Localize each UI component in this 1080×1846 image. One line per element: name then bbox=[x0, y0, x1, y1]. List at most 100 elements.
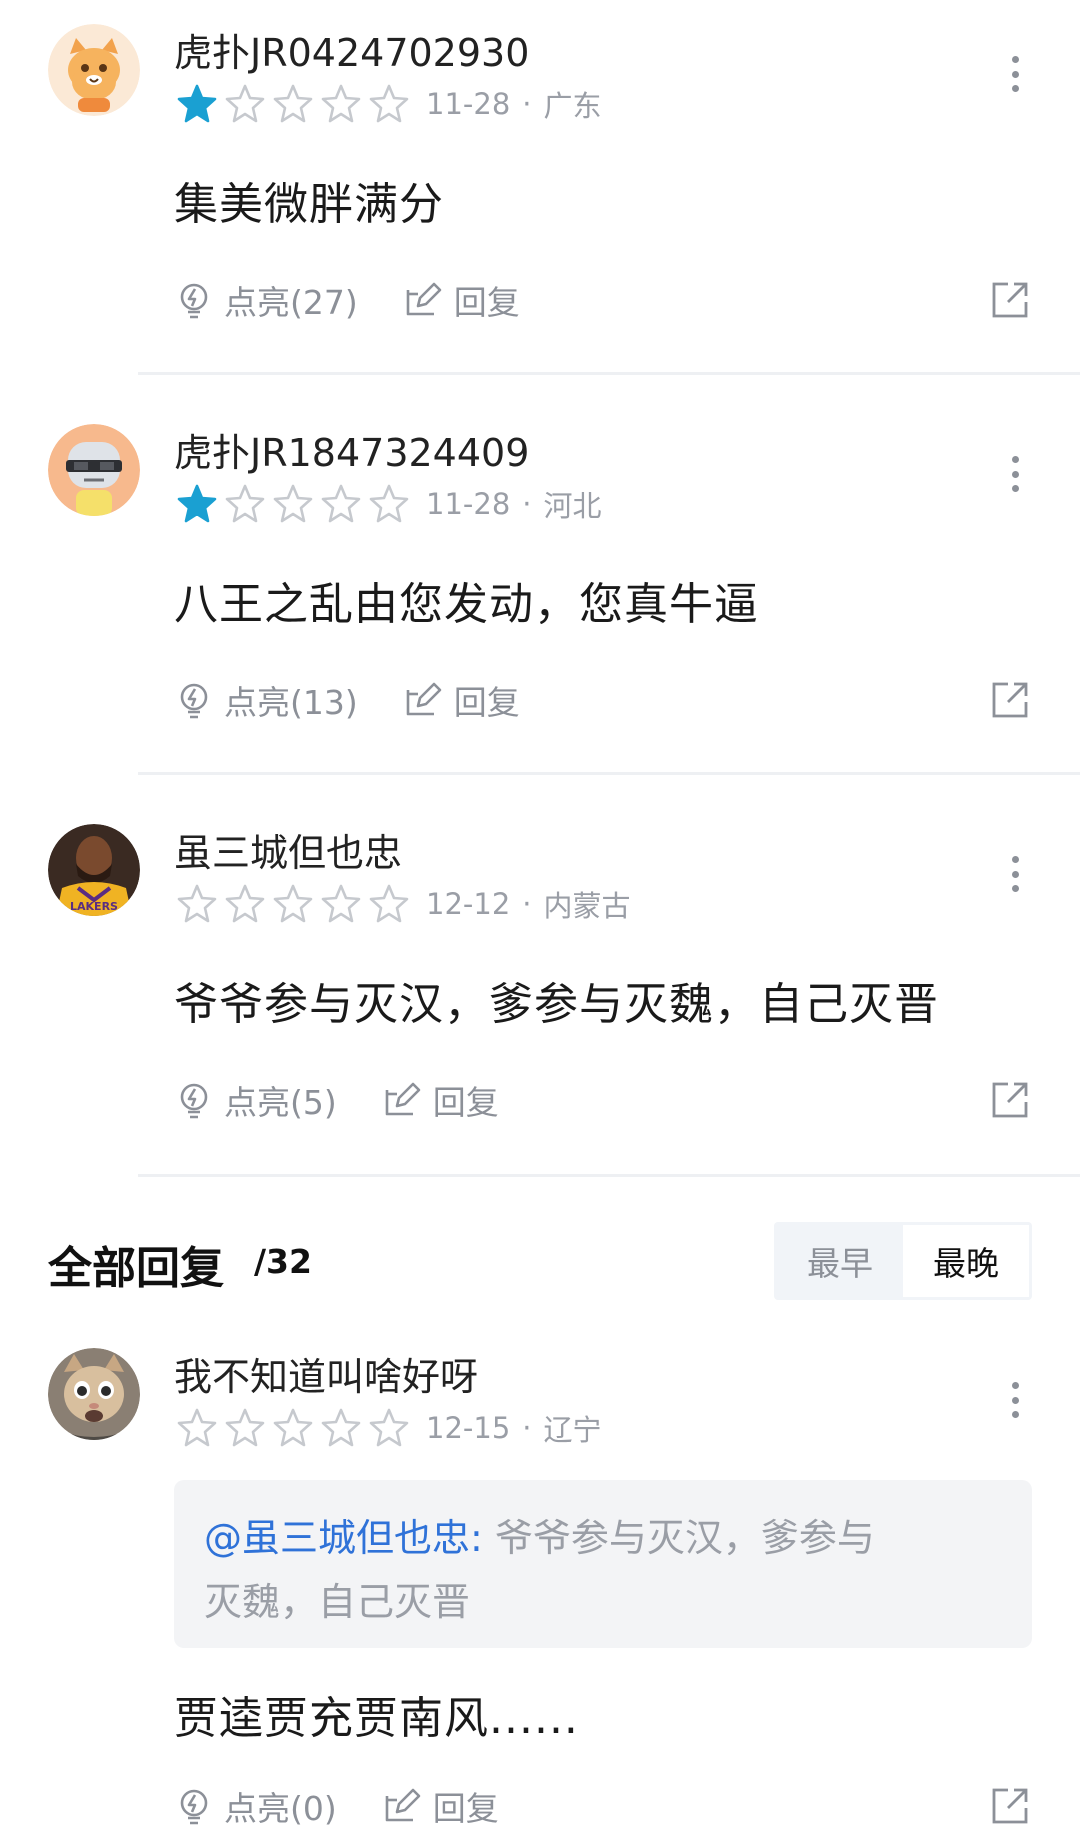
reply-item: 我不知道叫啥好呀 12-15 · 辽宁 @虽三城但也忠: 爷爷参与灭汉，爹参与 … bbox=[0, 1330, 1080, 1846]
star-icon bbox=[272, 83, 314, 125]
star-rating bbox=[176, 83, 410, 125]
share-icon bbox=[992, 1788, 1028, 1824]
star-icon bbox=[272, 883, 314, 925]
like-count: 点亮(0) bbox=[224, 1789, 337, 1828]
reply-label: 回复 bbox=[432, 1789, 499, 1828]
share-button[interactable] bbox=[988, 1784, 1032, 1828]
star-rating bbox=[176, 1407, 410, 1449]
comment-meta: 12-15 · 辽宁 bbox=[176, 1406, 602, 1450]
star-icon bbox=[176, 1407, 218, 1449]
share-button[interactable] bbox=[988, 678, 1032, 722]
star-icon bbox=[224, 1407, 266, 1449]
star-icon bbox=[368, 83, 410, 125]
like-button[interactable]: 点亮(5) bbox=[174, 1076, 337, 1124]
edit-reply-icon bbox=[406, 282, 442, 316]
like-button[interactable]: 点亮(13) bbox=[174, 676, 358, 724]
comment-text: 爷爷参与灭汉，爹参与灭魏，自己灭晋 bbox=[174, 979, 939, 1030]
star-icon bbox=[272, 1407, 314, 1449]
avatar-cat-photo-image bbox=[48, 1348, 140, 1440]
comment-region: 内蒙古 bbox=[543, 889, 631, 923]
star-icon bbox=[368, 883, 410, 925]
share-button[interactable] bbox=[988, 278, 1032, 322]
avatar[interactable] bbox=[48, 1348, 140, 1440]
more-vertical-icon[interactable] bbox=[1000, 852, 1030, 896]
star-icon bbox=[176, 883, 218, 925]
meta-separator: · bbox=[522, 87, 532, 121]
like-button[interactable]: 点亮(27) bbox=[174, 276, 358, 324]
lightbulb-icon bbox=[180, 1789, 208, 1825]
more-vertical-icon[interactable] bbox=[1000, 452, 1030, 496]
share-icon bbox=[992, 682, 1028, 718]
like-count: 点亮(5) bbox=[224, 1083, 337, 1122]
svg-text:LAKERS: LAKERS bbox=[70, 900, 118, 913]
reply-label: 回复 bbox=[453, 683, 520, 722]
quoted-comment[interactable]: @虽三城但也忠: 爷爷参与灭汉，爹参与 灭魏，自己灭晋 bbox=[174, 1480, 1032, 1648]
sort-latest-button[interactable]: 最晚 bbox=[903, 1225, 1029, 1297]
star-icon bbox=[368, 483, 410, 525]
username[interactable]: 虽三城但也忠 bbox=[174, 822, 402, 877]
comment-actions: 点亮(13) 回复 bbox=[174, 672, 1032, 728]
mention-link[interactable]: @虽三城但也忠: bbox=[204, 1516, 483, 1560]
comment-meta: 12-12 · 内蒙古 bbox=[176, 882, 631, 926]
avatar[interactable] bbox=[48, 424, 140, 516]
lightbulb-icon bbox=[180, 683, 208, 719]
replies-title: 全部回复 bbox=[48, 1243, 224, 1294]
avatar-robot-image bbox=[48, 424, 140, 516]
star-icon bbox=[176, 483, 218, 525]
meta-separator: · bbox=[522, 487, 532, 521]
reply-button[interactable]: 回复 bbox=[383, 1782, 499, 1830]
avatar[interactable]: LAKERS bbox=[48, 824, 140, 916]
star-icon bbox=[224, 83, 266, 125]
like-count: 点亮(13) bbox=[224, 683, 358, 722]
star-icon bbox=[224, 483, 266, 525]
star-icon bbox=[320, 83, 362, 125]
reply-button[interactable]: 回复 bbox=[404, 276, 520, 324]
star-icon bbox=[320, 483, 362, 525]
star-icon bbox=[368, 1407, 410, 1449]
sort-toggle: 最早 最晚 bbox=[774, 1222, 1032, 1300]
share-icon bbox=[992, 1082, 1028, 1118]
divider bbox=[138, 1174, 1080, 1177]
comment-region: 河北 bbox=[543, 489, 602, 523]
username[interactable]: 我不知道叫啥好呀 bbox=[174, 1346, 478, 1401]
reply-text: 贾逵贾充贾南风...... bbox=[174, 1693, 579, 1744]
star-icon bbox=[320, 883, 362, 925]
edit-reply-icon bbox=[385, 1788, 421, 1822]
comment-date: 11-28 bbox=[426, 87, 511, 121]
comment-text: 八王之乱由您发动，您真牛逼 bbox=[174, 579, 759, 630]
avatar[interactable] bbox=[48, 24, 140, 116]
comment-date: 11-28 bbox=[426, 487, 511, 521]
like-count: 点亮(27) bbox=[224, 283, 358, 322]
star-icon bbox=[272, 483, 314, 525]
avatar-basketball-player-image: LAKERS bbox=[48, 824, 140, 916]
more-vertical-icon[interactable] bbox=[1000, 52, 1030, 96]
quote-text: 灭魏，自己灭晋 bbox=[204, 1580, 471, 1624]
edit-reply-icon bbox=[406, 682, 442, 716]
quote-line: @虽三城但也忠: 爷爷参与灭汉，爹参与 bbox=[204, 1506, 1002, 1570]
reply-button[interactable]: 回复 bbox=[383, 1076, 499, 1124]
comment-meta: 11-28 · 广东 bbox=[176, 82, 602, 126]
like-button[interactable]: 点亮(0) bbox=[174, 1782, 337, 1830]
reply-label: 回复 bbox=[432, 1083, 499, 1122]
share-button[interactable] bbox=[988, 1078, 1032, 1122]
username[interactable]: 虎扑JR0424702930 bbox=[174, 22, 529, 77]
lightbulb-icon bbox=[180, 1083, 208, 1119]
reply-actions: 点亮(0) 回复 bbox=[174, 1778, 1032, 1834]
comment-actions: 点亮(5) 回复 bbox=[174, 1072, 1032, 1128]
comment-region: 广东 bbox=[543, 89, 602, 123]
divider bbox=[138, 772, 1080, 775]
comment-item: LAKERS 虽三城但也忠 12-12 · 内蒙古 爷爷参与灭汉，爹参与灭魏，自… bbox=[0, 800, 1080, 1180]
comment-date: 12-15 bbox=[426, 1411, 511, 1445]
comment-region: 辽宁 bbox=[543, 1413, 602, 1447]
share-icon bbox=[992, 282, 1028, 318]
lightbulb-icon bbox=[180, 283, 208, 319]
replies-count: /32 bbox=[254, 1242, 312, 1281]
star-icon bbox=[176, 83, 218, 125]
sort-earliest-button[interactable]: 最早 bbox=[777, 1225, 903, 1297]
username[interactable]: 虎扑JR1847324409 bbox=[174, 422, 529, 477]
comment-date: 12-12 bbox=[426, 887, 511, 921]
reply-label: 回复 bbox=[453, 283, 520, 322]
reply-button[interactable]: 回复 bbox=[404, 676, 520, 724]
comment-text: 集美微胖满分 bbox=[174, 179, 444, 230]
more-vertical-icon[interactable] bbox=[1000, 1378, 1030, 1422]
